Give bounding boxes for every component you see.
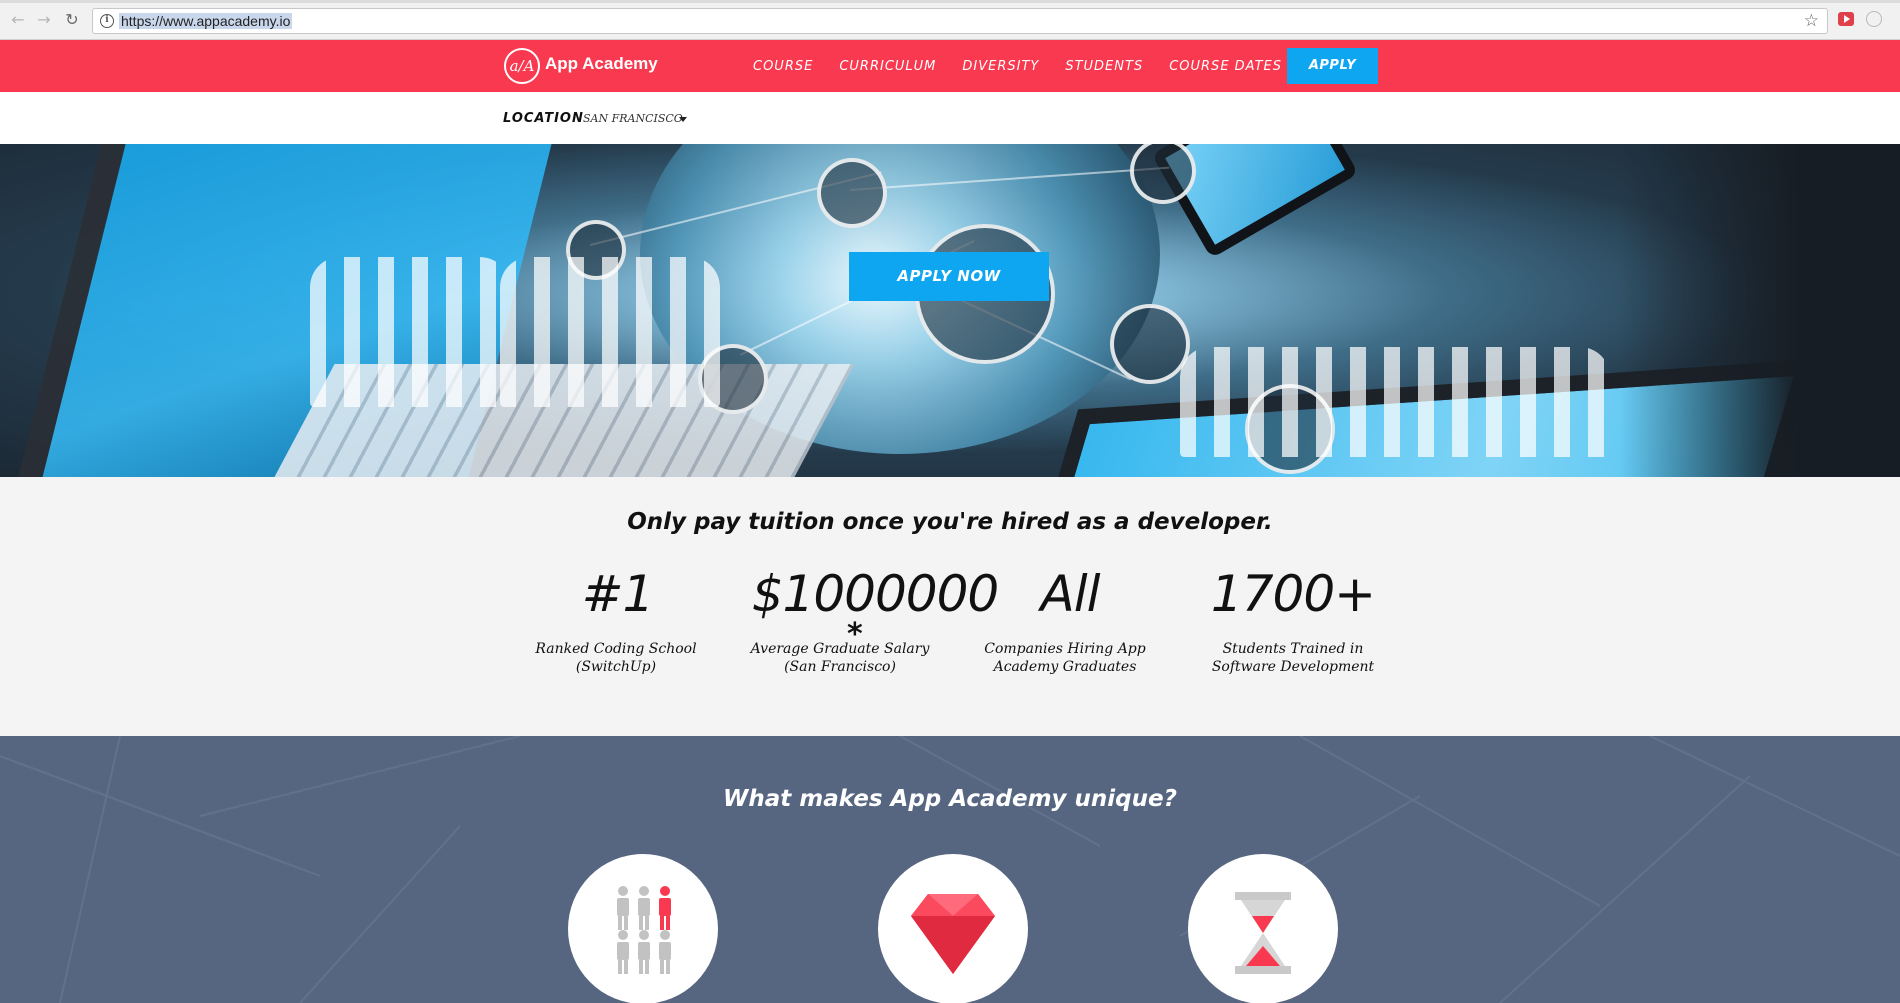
location-label: LOCATION [503,111,584,126]
brand-name[interactable]: App Academy [545,54,658,74]
stat-caption-line: Academy Graduates [993,659,1137,675]
nav-course-dates[interactable]: COURSE DATES [1169,59,1282,74]
people-group-icon [617,886,671,974]
stat-caption-line: Companies Hiring App [984,641,1146,657]
main-nav: COURSE CURRICULUM DIVERSITY STUDENTS COU… [753,40,1308,92]
stat-caption-rank: Ranked Coding School (SwitchUp) [511,640,721,676]
caret-down-icon[interactable] [679,117,687,122]
stats-headline: Only pay tuition once you're hired as a … [627,509,1273,535]
stat-caption-line: (SwitchUp) [575,659,657,675]
apply-now-button[interactable]: APPLY NOW [849,252,1049,301]
unique-section: What makes App Academy unique? [0,736,1900,1003]
hero-shadow [1620,144,1900,477]
nav-diversity[interactable]: DIVERSITY [962,59,1039,74]
address-bar[interactable]: i https://www.appacademy.io ☆ [92,8,1828,34]
nav-curriculum[interactable]: CURRICULUM [839,59,936,74]
tab-strip [0,0,1900,3]
extension-icon[interactable] [1866,11,1882,27]
network-node [1110,304,1190,384]
stat-value-students: 1700+ [1210,565,1376,623]
location-bar: LOCATION SAN FRANCISCO [0,92,1900,144]
browser-toolbar: ← → ↻ i https://www.appacademy.io ☆ [0,0,1900,40]
feature-people [568,854,718,1003]
stat-caption-line: (San Francisco) [784,659,896,675]
stat-caption-line: Software Development [1211,659,1375,675]
info-icon[interactable]: i [100,14,114,28]
back-icon[interactable]: ← [8,10,28,30]
reload-icon[interactable]: ↻ [62,10,82,30]
nav-course[interactable]: COURSE [753,59,813,74]
star-icon[interactable]: ☆ [1804,11,1819,31]
stat-value-companies: All [1040,565,1101,623]
stats-section: Only pay tuition once you're hired as a … [0,477,1900,736]
hero-banner: APPLY NOW [0,144,1900,477]
stat-caption-line: Students Trained in [1222,641,1364,657]
stat-caption-line: Average Graduate Salary [750,641,930,657]
location-select[interactable]: SAN FRANCISCO [583,112,683,125]
people-silhouettes [500,257,720,407]
network-node [817,158,887,228]
unique-title: What makes App Academy unique? [723,786,1177,812]
feature-gem [878,854,1028,1003]
nav-students[interactable]: STUDENTS [1065,59,1143,74]
people-silhouettes [310,257,510,407]
stat-caption-salary: Average Graduate Salary (San Francisco) [735,640,945,676]
logo-icon[interactable]: a/A [504,48,540,84]
stat-value-rank: #1 [581,565,655,623]
apply-button[interactable]: APPLY [1287,48,1378,84]
site-header: a/A App Academy COURSE CURRICULUM DIVERS… [0,40,1900,92]
forward-icon[interactable]: → [34,10,54,30]
feature-hourglass [1188,854,1338,1003]
stat-value-salary: $1000000 [751,565,1000,623]
ruby-gem-icon [911,894,995,974]
stat-caption-companies: Companies Hiring App Academy Graduates [960,640,1170,676]
extension-icon[interactable] [1838,12,1854,26]
stat-caption-line: Ranked Coding School [535,641,697,657]
people-silhouettes [1180,347,1610,457]
stat-caption-students: Students Trained in Software Development [1186,640,1400,676]
hourglass-icon [1235,892,1291,974]
url-text[interactable]: https://www.appacademy.io [119,13,293,29]
